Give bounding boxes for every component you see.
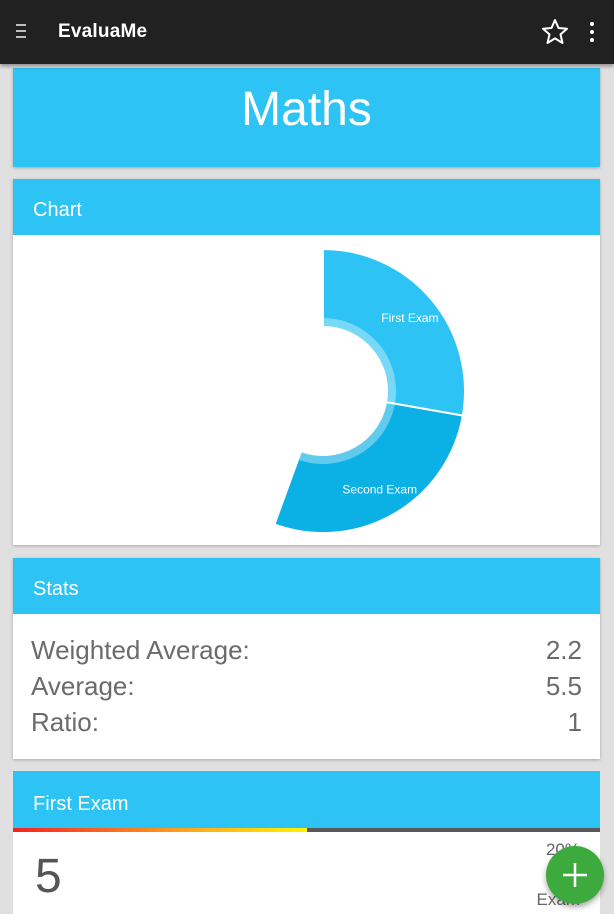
chart-card: Chart First Exam Second Exam <box>13 179 600 545</box>
stat-value: 5.5 <box>545 671 582 701</box>
stats-card-header: Stats <box>13 558 600 614</box>
stats-card-title: Stats <box>33 578 79 600</box>
exam-grade: 5 <box>35 850 62 903</box>
stat-value: 2.2 <box>545 635 582 665</box>
pie-slice[interactable] <box>273 400 465 534</box>
grade-progress-track <box>306 828 600 832</box>
grade-progress-bar <box>13 828 307 832</box>
subject-card: Maths <box>13 68 600 167</box>
chart-card-title: Chart <box>33 199 82 221</box>
add-exam-button[interactable] <box>546 846 604 904</box>
subject-title: Maths <box>241 83 372 136</box>
exam-card[interactable]: First Exam 5 20% --/-- Exam <box>13 771 600 914</box>
chart-card-header: Chart <box>13 179 600 235</box>
app-toolbar: EvaluaMe <box>0 0 614 64</box>
stats-card: Stats Weighted Average: 2.2 Average: 5.5… <box>13 558 600 759</box>
stat-value: 1 <box>567 707 582 737</box>
pie-slice-label: First Exam <box>381 311 438 325</box>
more-vertical-icon[interactable] <box>582 18 602 46</box>
exam-card-header: First Exam <box>13 771 600 828</box>
star-outline-icon[interactable] <box>540 17 570 47</box>
pie-chart[interactable]: First Exam Second Exam <box>13 235 600 545</box>
stat-label: Average: <box>31 671 135 701</box>
pie-slice-label: Second Exam <box>342 482 417 496</box>
app-title: EvaluaMe <box>58 21 148 42</box>
hamburger-menu-icon[interactable] <box>16 24 28 40</box>
stat-label: Weighted Average: <box>31 635 250 665</box>
stat-row-ratio: Ratio: 1 <box>31 707 582 743</box>
stat-row-average: Average: 5.5 <box>31 671 582 707</box>
plus-icon <box>563 863 587 887</box>
stat-row-weighted-average: Weighted Average: 2.2 <box>31 635 582 671</box>
stat-label: Ratio: <box>31 707 99 737</box>
exam-card-title: First Exam <box>33 793 129 815</box>
